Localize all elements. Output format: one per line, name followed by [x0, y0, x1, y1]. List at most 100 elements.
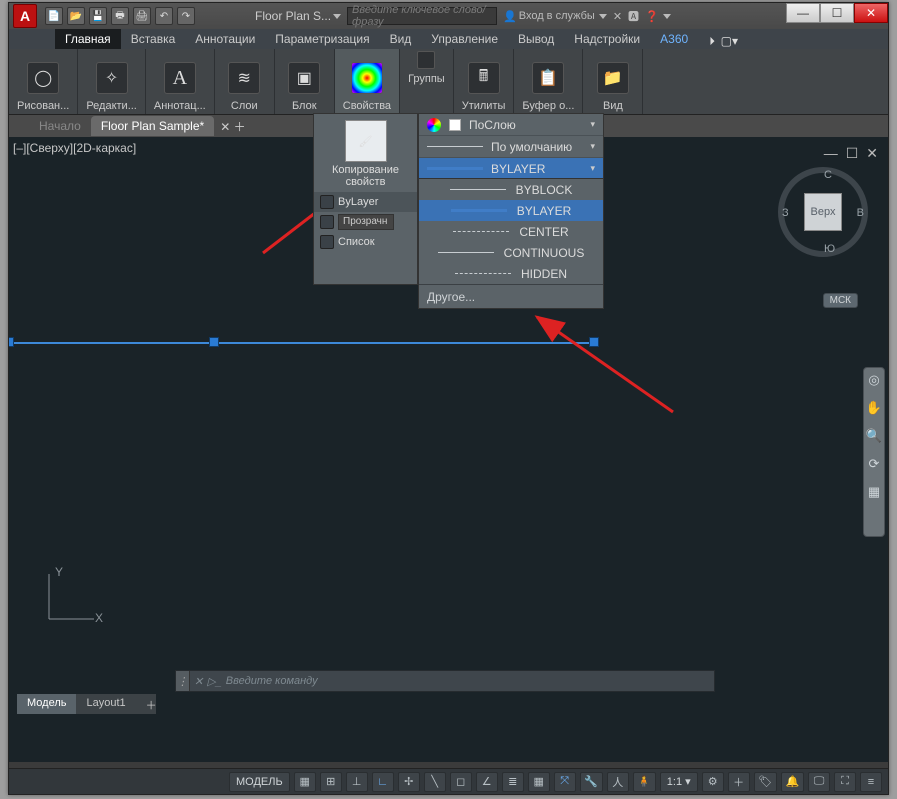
- qat-undo-icon[interactable]: ↶: [155, 7, 173, 25]
- layouttab-add[interactable]: ＋: [136, 694, 156, 714]
- panel-view[interactable]: 📁Вид: [583, 49, 643, 114]
- maximize-button[interactable]: ☐: [820, 3, 854, 23]
- linetype-byblock[interactable]: BYBLOCK: [419, 179, 603, 200]
- linetype-center[interactable]: CENTER: [419, 221, 603, 242]
- matchprop-icon[interactable]: 🖌: [345, 120, 387, 162]
- transparency-field[interactable]: Прозрачн: [338, 214, 394, 230]
- sb-otrack-icon[interactable]: ∠: [476, 772, 498, 792]
- selected-line[interactable]: [9, 342, 599, 344]
- viewcube-w[interactable]: З: [782, 207, 789, 219]
- sb-custom-icon[interactable]: ≡: [860, 772, 882, 792]
- linetype-hidden[interactable]: HIDDEN: [419, 263, 603, 284]
- color-dropdown[interactable]: ПоСлою ▾: [419, 114, 603, 136]
- sb-gear-icon[interactable]: ⚙: [702, 772, 724, 792]
- pan-icon[interactable]: ✋: [866, 400, 882, 416]
- app-logo[interactable]: A: [13, 4, 37, 28]
- sb-sc-icon[interactable]: ⤧: [554, 772, 576, 792]
- tab-parametric[interactable]: Параметризация: [265, 29, 379, 49]
- linetype-other[interactable]: Другое...: [419, 284, 603, 308]
- tab-insert[interactable]: Вставка: [121, 29, 186, 49]
- sb-clean-icon[interactable]: ⛶: [834, 772, 856, 792]
- tab-view[interactable]: Вид: [380, 29, 422, 49]
- showmotion-icon[interactable]: ▦: [866, 484, 882, 500]
- doctab-start[interactable]: Начало: [29, 116, 91, 136]
- view-label[interactable]: [–][Сверху][2D-каркас]: [13, 141, 136, 155]
- sb-lwt-icon[interactable]: ≣: [502, 772, 524, 792]
- panel-edit[interactable]: ✧Редакти...: [78, 49, 146, 114]
- wcs-badge[interactable]: МСК: [823, 293, 858, 308]
- sb-ortho-icon[interactable]: ∟: [372, 772, 394, 792]
- tab-a360[interactable]: A360: [650, 29, 698, 49]
- sb-scale-button[interactable]: 1:1 ▾: [660, 772, 698, 792]
- close-button[interactable]: ✕: [854, 3, 888, 23]
- linetype-dropdown[interactable]: BYLAYER ▾: [419, 158, 603, 180]
- viewcube[interactable]: С Ю В З Верх: [778, 167, 868, 257]
- linetype-bylayer[interactable]: BYLAYER: [419, 200, 603, 221]
- a360-icon[interactable]: 🅰: [628, 8, 639, 24]
- sb-polar-icon[interactable]: ✢: [398, 772, 420, 792]
- qat-redo-icon[interactable]: ↷: [177, 7, 195, 25]
- transparency-icon[interactable]: [320, 215, 334, 229]
- qat-print-icon[interactable]: 🖨: [133, 7, 151, 25]
- layouttab-layout1[interactable]: Layout1: [76, 694, 135, 714]
- cmdline-handle[interactable]: ⋮: [176, 671, 190, 691]
- vp-close-icon[interactable]: ✕: [866, 145, 878, 162]
- sb-ws-icon[interactable]: 🏷: [754, 772, 777, 792]
- sb-snap-icon[interactable]: ⊞: [320, 772, 342, 792]
- sb-qp-icon[interactable]: 🔧: [580, 772, 603, 792]
- viewcube-e[interactable]: В: [857, 207, 864, 219]
- search-box[interactable]: Введите ключевое слово/фразу: [347, 7, 497, 25]
- sb-model-button[interactable]: МОДЕЛЬ: [229, 772, 290, 792]
- grip-endpoint-right[interactable]: [589, 337, 599, 347]
- panel-util[interactable]: 🖩Утилиты: [454, 49, 515, 114]
- doctab-add[interactable]: ✕ ＋: [220, 118, 245, 135]
- vp-maximize-icon[interactable]: ☐: [846, 145, 859, 162]
- viewcube-face[interactable]: Верх: [804, 193, 842, 231]
- layouttab-model[interactable]: Модель: [17, 694, 76, 714]
- sb-monitor-icon[interactable]: 🔔: [781, 772, 804, 792]
- panel-block[interactable]: ▣Блок: [275, 49, 335, 114]
- qat-save-icon[interactable]: 💾: [89, 7, 107, 25]
- cmdline-close-icon[interactable]: ✕: [194, 675, 203, 688]
- list-icon[interactable]: [320, 235, 334, 249]
- panel-draw[interactable]: ◯Рисован...: [9, 49, 78, 114]
- sb-plus-icon[interactable]: ＋: [728, 772, 750, 792]
- zoom-icon[interactable]: 🔍: [866, 428, 882, 444]
- lineweight-dropdown[interactable]: По умолчанию ▾: [419, 136, 603, 158]
- panel-groups[interactable]: Группы: [400, 49, 454, 114]
- featured-apps-icon[interactable]: 🞂: [710, 34, 715, 49]
- vp-minimize-icon[interactable]: —: [824, 145, 838, 162]
- linetype-continuous[interactable]: CONTINUOUS: [419, 242, 603, 263]
- bylayer-icon[interactable]: [320, 195, 334, 209]
- panel-annot[interactable]: AАннотац...: [146, 49, 215, 114]
- exchange-icon[interactable]: ✕: [613, 10, 622, 23]
- qat-saveas-icon[interactable]: 🖶: [111, 7, 129, 25]
- orbit-icon[interactable]: ⟳: [866, 456, 882, 472]
- panel-properties[interactable]: Свойства: [335, 49, 400, 114]
- tab-annotations[interactable]: Аннотации: [185, 29, 265, 49]
- sb-annomon-icon[interactable]: 人: [607, 772, 629, 792]
- tab-output[interactable]: Вывод: [508, 29, 564, 49]
- tab-home[interactable]: Главная: [55, 29, 121, 49]
- sb-iso-icon[interactable]: ╲: [424, 772, 446, 792]
- tab-addons[interactable]: Надстройки: [564, 29, 650, 49]
- sb-annoauto-icon[interactable]: 🧍: [633, 772, 656, 792]
- sb-infer-icon[interactable]: ⊥: [346, 772, 368, 792]
- list-label[interactable]: Список: [338, 236, 375, 248]
- panel-clipboard[interactable]: 📋Буфер о...: [514, 49, 583, 114]
- ribbon-collapse-icon[interactable]: ▢▾: [721, 34, 738, 49]
- sb-grid-icon[interactable]: ▦: [294, 772, 316, 792]
- tab-manage[interactable]: Управление: [421, 29, 508, 49]
- panel-layers[interactable]: ≋Слои: [215, 49, 275, 114]
- grip-midpoint[interactable]: [209, 337, 219, 347]
- command-line[interactable]: ⋮ ✕ ▷_ Введите команду: [175, 670, 715, 692]
- viewcube-s[interactable]: Ю: [824, 243, 835, 255]
- doctab-active[interactable]: Floor Plan Sample*: [91, 116, 214, 136]
- help-icon[interactable]: ❓: [645, 10, 671, 23]
- nav-wheel-icon[interactable]: ◎: [866, 372, 882, 388]
- minimize-button[interactable]: —: [786, 3, 820, 23]
- qat-open-icon[interactable]: 📂: [67, 7, 85, 25]
- viewcube-n[interactable]: С: [824, 169, 832, 181]
- grip-endpoint-left[interactable]: [9, 337, 14, 347]
- qat-new-icon[interactable]: 📄: [45, 7, 63, 25]
